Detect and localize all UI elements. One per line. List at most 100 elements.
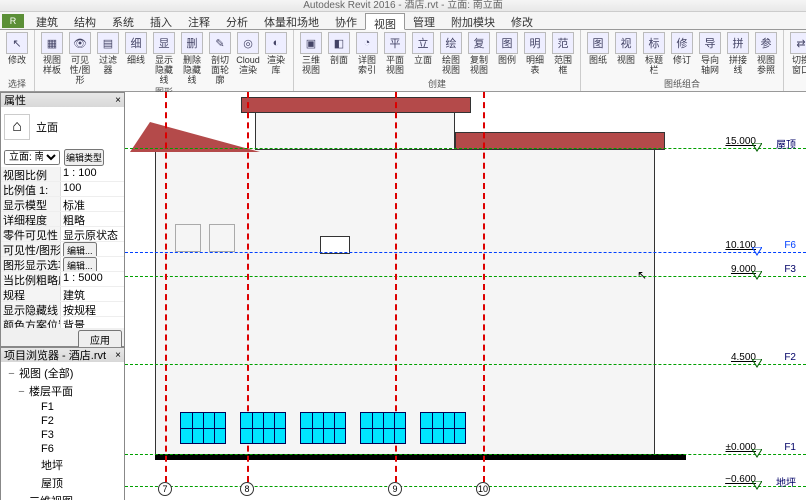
tree-item[interactable]: − 楼层平面: [3, 382, 122, 400]
prop-value[interactable]: 背景: [61, 317, 124, 328]
tree-item[interactable]: F1: [3, 400, 122, 414]
level-line[interactable]: [125, 454, 806, 455]
ribbon-tab-10[interactable]: 附加模块: [443, 12, 503, 29]
instance-selector[interactable]: 立面: 南立面: [4, 150, 60, 165]
ribbon-btn-剖面[interactable]: ◧剖面: [326, 32, 352, 75]
ribbon-btn-修订[interactable]: 修修订: [669, 32, 695, 75]
prop-edit-button[interactable]: 编辑...: [63, 257, 97, 271]
ribbon-btn-视图[interactable]: 视视图: [613, 32, 639, 75]
prop-row[interactable]: 可见性/图形替换编辑...: [1, 242, 124, 257]
prop-value[interactable]: 显示原状态: [61, 227, 124, 241]
ribbon-btn-可见性/图形[interactable]: 👁可见性/图形: [67, 32, 93, 85]
ribbon-tab-1[interactable]: 结构: [66, 12, 104, 29]
grid-bubble[interactable]: 9: [388, 482, 402, 496]
level-line[interactable]: [125, 364, 806, 365]
ribbon-btn-删除隐藏线[interactable]: 删删除隐藏线: [179, 32, 205, 85]
ribbon-btn-渲染库[interactable]: ◐渲染库: [263, 32, 289, 85]
ribbon-tab-7[interactable]: 协作: [327, 12, 365, 29]
prop-row[interactable]: 视图比例1 : 100: [1, 167, 124, 182]
level-line[interactable]: [125, 486, 806, 487]
ribbon-btn-过滤器[interactable]: ▤过滤器: [95, 32, 121, 85]
ribbon-btn-立面[interactable]: 立立面: [410, 32, 436, 75]
ribbon-btn-视图样板[interactable]: ▦视图样板: [39, 32, 65, 85]
ribbon-btn-剖切面轮廓[interactable]: ✎剖切面轮廓: [207, 32, 233, 85]
level-line[interactable]: [125, 252, 806, 253]
prop-row[interactable]: 当比例粗略度...1 : 5000: [1, 272, 124, 287]
tree-twisty-icon[interactable]: −: [7, 368, 16, 380]
prop-value[interactable]: 编辑...: [61, 242, 124, 256]
drawing-canvas[interactable]: ↖ 屋顶15.000F610.100F39.000F24.500F1±0.000…: [125, 92, 806, 500]
ribbon-tab-0[interactable]: 建筑: [28, 12, 66, 29]
level-line[interactable]: [125, 276, 806, 277]
prop-row[interactable]: 详细程度粗略: [1, 212, 124, 227]
grid-line[interactable]: [165, 92, 167, 482]
ribbon-btn-拼接线[interactable]: 拼拼接线: [725, 32, 751, 75]
prop-value[interactable]: 1 : 100: [61, 167, 124, 181]
ribbon-btn-显示隐藏线[interactable]: 显显示隐藏线: [151, 32, 177, 85]
app-menu-button[interactable]: R: [2, 14, 24, 28]
tree-item[interactable]: − 视图 (全部): [3, 364, 122, 382]
prop-row[interactable]: 显示隐藏线按规程: [1, 302, 124, 317]
level-line[interactable]: [125, 148, 806, 149]
tree-twisty-icon[interactable]: −: [17, 496, 26, 500]
edit-type-button[interactable]: 编辑类型: [64, 149, 104, 166]
ribbon-btn-修改[interactable]: ↖修改: [4, 32, 30, 65]
ribbon-tab-5[interactable]: 分析: [218, 12, 256, 29]
prop-row[interactable]: 比例值 1:100: [1, 182, 124, 197]
ribbon-tab-6[interactable]: 体量和场地: [256, 12, 327, 29]
tree-item[interactable]: F2: [3, 414, 122, 428]
tree-twisty-icon[interactable]: −: [17, 386, 26, 398]
ribbon-tab-8[interactable]: 视图: [365, 13, 405, 30]
prop-value[interactable]: 100: [61, 182, 124, 196]
ribbon-tab-11[interactable]: 修改: [503, 12, 541, 29]
ribbon-btn-导向轴网[interactable]: 导导向轴网: [697, 32, 723, 75]
ribbon-btn-绘图视图[interactable]: 绘绘图视图: [438, 32, 464, 75]
ribbon-btn-标题栏[interactable]: 标标题栏: [641, 32, 667, 75]
prop-value[interactable]: 编辑...: [61, 257, 124, 271]
prop-value[interactable]: 粗略: [61, 212, 124, 226]
prop-value[interactable]: 标准: [61, 197, 124, 211]
tree-item[interactable]: − 三维视图: [3, 492, 122, 500]
ribbon-btn-平面视图[interactable]: 平平面视图: [382, 32, 408, 75]
prop-value[interactable]: 1 : 5000: [61, 272, 124, 286]
ribbon-tab-9[interactable]: 管理: [405, 12, 443, 29]
prop-value[interactable]: 按规程: [61, 302, 124, 316]
grid-line[interactable]: [483, 92, 485, 482]
ribbon-btn-Cloud渲染[interactable]: ◎Cloud渲染: [235, 32, 261, 85]
tree-item[interactable]: F3: [3, 428, 122, 442]
ribbon-btn-明细表[interactable]: 明明细表: [522, 32, 548, 75]
ribbon-btn-细线[interactable]: 细细线: [123, 32, 149, 85]
ribbon-btn-复制视图[interactable]: 复复制视图: [466, 32, 492, 75]
tree-item[interactable]: 地坪: [3, 456, 122, 474]
ribbon-btn-视图参照[interactable]: 参视图参照: [753, 32, 779, 75]
grid-bubble[interactable]: 7: [158, 482, 172, 496]
ribbon-btn-三维视图[interactable]: ▣三维视图: [298, 32, 324, 75]
grid-bubble[interactable]: 8: [240, 482, 254, 496]
ribbon-tab-4[interactable]: 注释: [180, 12, 218, 29]
level-name[interactable]: 屋顶: [776, 136, 796, 151]
grid-bubble[interactable]: 10: [476, 482, 490, 496]
close-icon[interactable]: ×: [115, 95, 121, 106]
level-name[interactable]: F3: [784, 264, 796, 275]
ribbon-tab-3[interactable]: 插入: [142, 12, 180, 29]
level-name[interactable]: F1: [784, 442, 796, 453]
level-name[interactable]: 地坪: [776, 474, 796, 489]
ribbon-tab-2[interactable]: 系统: [104, 12, 142, 29]
prop-row[interactable]: 图形显示选项编辑...: [1, 257, 124, 272]
level-name[interactable]: F2: [784, 352, 796, 363]
ribbon-btn-图例[interactable]: 图图例: [494, 32, 520, 75]
prop-value[interactable]: 建筑: [61, 287, 124, 301]
prop-edit-button[interactable]: 编辑...: [63, 242, 97, 256]
ribbon-btn-图纸[interactable]: 图图纸: [585, 32, 611, 75]
level-name[interactable]: F6: [784, 240, 796, 251]
ribbon-btn-范围框[interactable]: 范范围框: [550, 32, 576, 75]
tree-item[interactable]: 屋顶: [3, 474, 122, 492]
ribbon-btn-切换窗口[interactable]: ⇄切换窗口: [788, 32, 806, 85]
prop-row[interactable]: 颜色方案位置背景: [1, 317, 124, 328]
prop-row[interactable]: 零件可见性显示原状态: [1, 227, 124, 242]
prop-row[interactable]: 显示模型标准: [1, 197, 124, 212]
prop-row[interactable]: 规程建筑: [1, 287, 124, 302]
ribbon-btn-详图索引[interactable]: ◔详图索引: [354, 32, 380, 75]
close-icon[interactable]: ×: [115, 350, 121, 361]
tree-item[interactable]: F6: [3, 442, 122, 456]
